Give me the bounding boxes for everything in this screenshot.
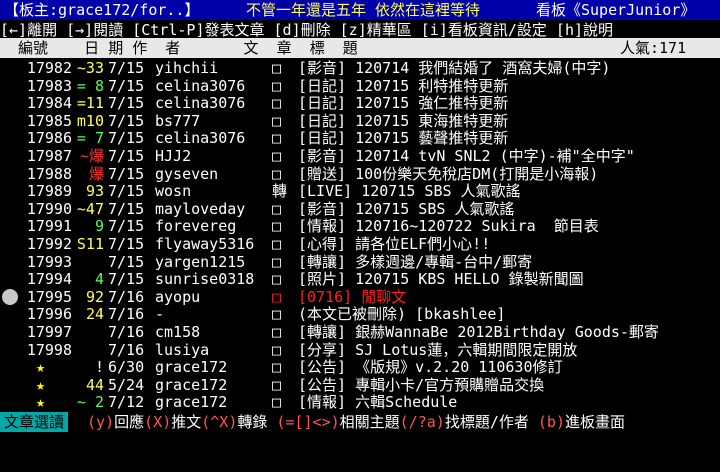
- footer-bar: 文章選讀 (y)回應(X)推文(^X)轉錄 (=[]<>)相關主題(/?a)找標…: [0, 412, 720, 432]
- footer-key: (y): [78, 413, 115, 431]
- footer-key: (/?a): [399, 413, 445, 431]
- mode-label: 文章選讀: [0, 412, 69, 432]
- article-status: □: [272, 393, 282, 412]
- star-icon: ★: [36, 393, 46, 412]
- footer-key-label: 轉錄: [237, 413, 268, 431]
- article-row[interactable]: ★ ~ 2 7/12 grace172 □ [情報] 六輯Schedule: [0, 392, 720, 413]
- board-slogan: 不管一年還是五年 依然在這裡等待: [246, 1, 481, 19]
- footer-keys: (y)回應(X)推文(^X)轉錄 (=[]<>)相關主題(/?a)找標題/作者 …: [78, 412, 625, 432]
- article-author: grace172: [155, 393, 228, 412]
- key-menu: [←]離開 [→]閱讀 [Ctrl-P]發表文章 [d]刪除 [z]精華區 [i…: [0, 21, 614, 39]
- header-bar: 【板主:grace172/for..】 不管一年還是五年 依然在這裡等待 看板《…: [0, 0, 720, 20]
- footer-key: (=[]<>): [267, 413, 340, 431]
- footer-key: (X): [144, 413, 172, 431]
- article-date: 7/12: [108, 393, 145, 412]
- footer-key-label: 相關主題: [339, 413, 400, 431]
- footer-key-label: 推文: [171, 413, 202, 431]
- board-name: 看板《SuperJunior》: [536, 1, 696, 19]
- footer-key-label: 進板畫面: [564, 413, 625, 431]
- footer-key-label: 找標題/作者: [444, 413, 529, 431]
- recommend-count: ~ 2: [76, 393, 104, 412]
- popularity-count: 人氣:171: [620, 39, 687, 57]
- column-header: 編號 日 期 作 者 文 章 標 題 人氣:171: [0, 38, 720, 58]
- footer-key-label: 回應: [114, 413, 145, 431]
- article-title: [情報] 六輯Schedule: [298, 393, 458, 412]
- footer-key: (^X): [201, 413, 238, 431]
- moderator-label: 【板主:grace172/for..】: [4, 1, 200, 19]
- column-labels: 編號 日 期 作 者 文 章 標 題: [0, 39, 358, 57]
- footer-key: (b): [528, 413, 565, 431]
